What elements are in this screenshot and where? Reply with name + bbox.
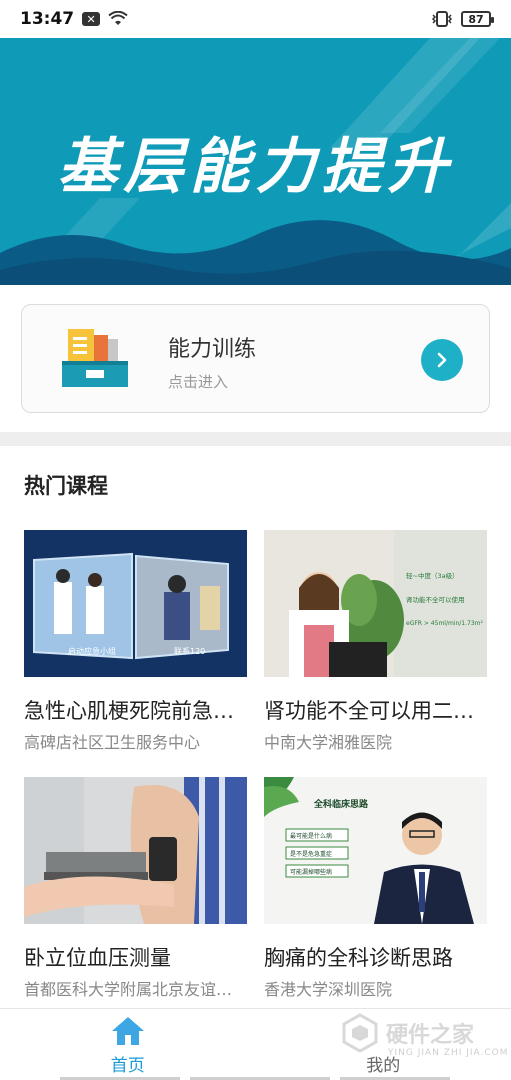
course-title: 肾功能不全可以用二…	[264, 699, 474, 723]
course-title: 急性心肌梗死院前急…	[24, 699, 234, 723]
course-org: 香港大学深圳医院	[264, 980, 393, 999]
course-card[interactable]: 轻~中度（3a级） 肾功能不全可以使用 eGFR > 45ml/min/1.73…	[264, 530, 487, 753]
thumb-caption: 可能漏掉哪些病	[290, 868, 332, 876]
enter-arrow-button[interactable]	[421, 339, 463, 381]
course-title: 胸痛的全科诊断思路	[264, 946, 453, 970]
course-card[interactable]: 卧立位血压测量 首都医科大学附属北京友谊…	[24, 777, 247, 1000]
notification-icon: ✕	[82, 12, 101, 26]
thumb-caption: 是不是危急重症	[290, 850, 332, 858]
banner[interactable]: 基层能力提升	[0, 38, 511, 285]
course-org: 高碑店社区卫生服务中心	[24, 733, 201, 752]
training-card-subtitle: 点击进入	[168, 373, 229, 391]
thumb-caption: 轻~中度（3a级）	[406, 571, 459, 580]
course-thumbnail	[24, 777, 247, 924]
course-title: 卧立位血压测量	[24, 946, 171, 970]
books-icon	[62, 327, 130, 389]
thumb-caption: 启动应急小组	[68, 646, 116, 656]
tab-home-label: 首页	[110, 1056, 145, 1076]
chevron-right-icon	[437, 352, 447, 368]
course-org: 中南大学湘雅医院	[264, 733, 393, 752]
status-bar: 13:47 ✕ 87	[0, 0, 511, 38]
thumb-caption: 最可能是什么病	[290, 832, 332, 840]
training-card-title: 能力训练	[168, 337, 257, 362]
course-thumbnail: 启动应急小组 联系120	[24, 530, 247, 677]
hot-courses-title: 热门课程	[24, 474, 108, 498]
course-thumbnail: 全科临床思路 最可能是什么病 是不是危急重症 可能漏掉哪些病	[264, 777, 487, 924]
course-org: 首都医科大学附属北京友谊…	[24, 980, 233, 999]
status-time: 13:47	[20, 9, 75, 29]
thumb-caption: 肾功能不全可以使用	[406, 595, 465, 604]
banner-title: 基层能力提升	[57, 132, 454, 202]
watermark-subtext: YING JIAN ZHI JIA.COM	[388, 1048, 509, 1058]
section-divider	[0, 432, 511, 446]
home-icon	[111, 1017, 144, 1045]
thumb-caption: 联系120	[174, 646, 205, 656]
thumb-caption: 全科临床思路	[313, 798, 369, 810]
course-card[interactable]: 全科临床思路 最可能是什么病 是不是危急重症 可能漏掉哪些病 胸痛的全科诊断思路…	[264, 777, 487, 1000]
course-thumbnail: 轻~中度（3a级） 肾功能不全可以使用 eGFR > 45ml/min/1.73…	[264, 530, 487, 677]
watermark-logo	[342, 1013, 378, 1053]
wifi-icon	[108, 11, 128, 27]
course-card[interactable]: 启动应急小组 联系120 急性心肌梗死院前急… 高碑店社区卫生服务中心	[24, 530, 247, 753]
watermark-text: 硬件之家	[386, 1023, 475, 1048]
thumb-caption: eGFR > 45ml/min/1.73m²	[406, 620, 484, 627]
watermark: 硬件之家 YING JIAN ZHI JIA.COM	[340, 1008, 510, 1058]
battery-icon: 87	[461, 11, 494, 27]
tab-home[interactable]: 首页	[0, 1009, 256, 1080]
vibrate-icon	[431, 11, 453, 27]
training-card[interactable]: 能力训练 点击进入	[21, 304, 490, 413]
